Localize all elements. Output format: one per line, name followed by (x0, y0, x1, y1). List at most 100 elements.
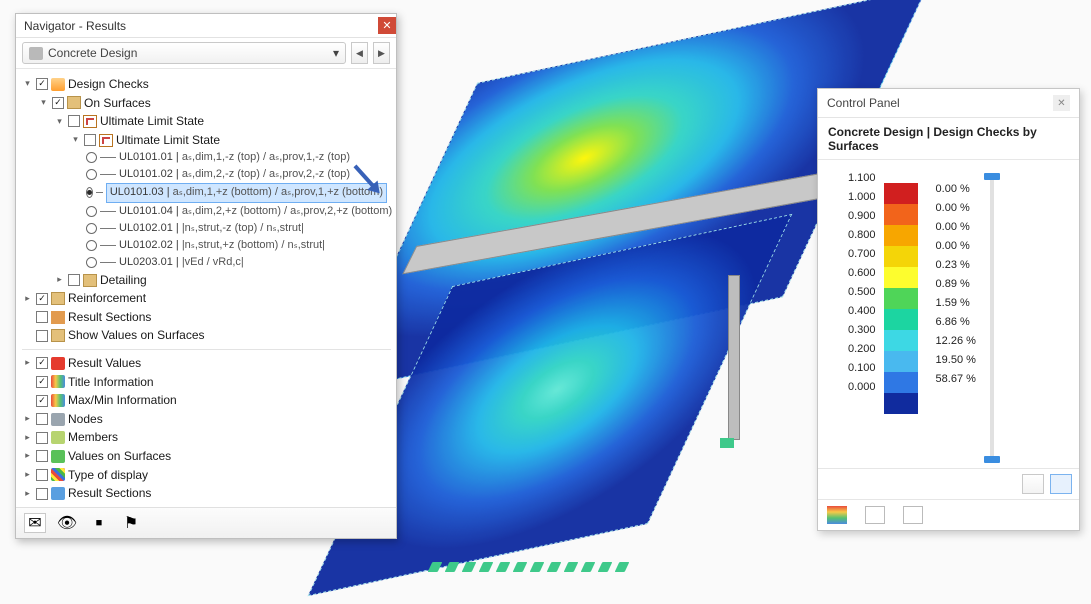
navigator-title: Navigator - Results (24, 19, 126, 33)
expand-toggle[interactable]: ▸ (22, 431, 33, 445)
check-code: UL0102.01 (119, 222, 173, 234)
checkbox[interactable] (36, 357, 48, 369)
checkbox[interactable] (36, 432, 48, 444)
checkbox[interactable] (36, 469, 48, 481)
checkbox[interactable] (36, 488, 48, 500)
checkbox[interactable] (36, 450, 48, 462)
tree-label: Result Sections (68, 308, 151, 327)
check-item[interactable]: UL0101.04 | aₛ,dim,2,+z (bottom) / aₛ,pr… (119, 203, 392, 220)
legend-percent: 1.59 % (936, 297, 976, 309)
dash-icon (100, 174, 116, 175)
legend-percent: 0.89 % (936, 278, 976, 290)
tree-label: Show Values on Surfaces (68, 326, 205, 345)
radio[interactable] (86, 152, 97, 163)
legend-tick: 1.100 (848, 172, 876, 184)
detailing-icon (83, 274, 97, 287)
navigator-titlebar: Navigator - Results ✕ (16, 14, 396, 38)
section-icon (51, 311, 65, 324)
expand-toggle[interactable]: ▾ (38, 96, 49, 110)
expand-toggle[interactable]: ▸ (22, 449, 33, 463)
checkbox[interactable] (52, 97, 64, 109)
radio[interactable] (86, 206, 97, 217)
legend-mode-button[interactable] (1050, 474, 1072, 494)
expand-toggle[interactable]: ▸ (22, 487, 33, 501)
checkbox[interactable] (68, 115, 80, 127)
expand-toggle[interactable]: ▾ (54, 115, 65, 129)
legend-percent: 58.67 % (936, 373, 976, 385)
design-module-select[interactable]: Concrete Design ▾ (22, 42, 346, 64)
surfaces-icon (67, 96, 81, 109)
checkbox[interactable] (36, 78, 48, 90)
radio[interactable] (86, 169, 97, 180)
tab-balance-icon[interactable] (865, 506, 885, 524)
result-sections-icon (51, 487, 65, 500)
range-slider[interactable] (984, 172, 994, 462)
design-module-label: Concrete Design (48, 46, 137, 60)
tree-label: Result Values (68, 354, 141, 373)
results-tree[interactable]: ▾Design Checks ▾On Surfaces ▾Ultimate Li… (16, 69, 396, 507)
legend-tick: 1.000 (848, 191, 876, 203)
legend-swatch (884, 204, 918, 225)
expand-toggle[interactable]: ▸ (22, 412, 33, 426)
check-desc: aₛ,dim,2,-z (top) / aₛ,prov,2,-z (top) (182, 168, 350, 180)
prev-button[interactable]: ◀ (351, 42, 368, 64)
dash-icon (100, 245, 116, 246)
design-icon (51, 78, 65, 91)
check-item[interactable]: UL0203.01 | |vEd / vRd,c| (119, 254, 244, 271)
check-item[interactable]: UL0101.03 | aₛ,dim,1,+z (bottom) / aₛ,pr… (106, 183, 387, 202)
checkbox[interactable] (36, 376, 48, 388)
range-handle-bottom[interactable] (984, 456, 1000, 463)
close-icon[interactable]: ✕ (1053, 95, 1070, 111)
check-item[interactable]: UL0101.02 | aₛ,dim,2,-z (top) / aₛ,prov,… (119, 166, 350, 183)
tab-document-icon[interactable] (903, 506, 923, 524)
expand-toggle[interactable]: ▸ (22, 292, 33, 306)
checkbox[interactable] (36, 395, 48, 407)
expand-toggle[interactable]: ▸ (22, 356, 33, 370)
expand-toggle[interactable]: ▾ (70, 133, 81, 147)
close-icon[interactable]: ✕ (378, 17, 396, 34)
check-item[interactable]: UL0101.01 | aₛ,dim,1,-z (top) / aₛ,prov,… (119, 149, 350, 166)
check-item[interactable]: UL0102.02 | |nₛ,strut,+z (bottom) / nₛ,s… (119, 237, 325, 254)
checkbox[interactable] (36, 293, 48, 305)
check-code: UL0102.02 (119, 239, 173, 251)
check-item[interactable]: UL0102.01 | |nₛ,strut,-z (top) / nₛ,stru… (119, 220, 304, 237)
checkbox[interactable] (36, 413, 48, 425)
expand-toggle[interactable]: ▸ (54, 273, 65, 287)
radio[interactable] (86, 223, 97, 234)
checkbox[interactable] (36, 311, 48, 323)
radio[interactable] (86, 187, 93, 198)
legend-swatch (884, 309, 918, 330)
check-desc: |nₛ,strut,+z (bottom) / nₛ,strut| (182, 239, 325, 251)
tree-label: Design Checks (68, 75, 149, 94)
expand-toggle[interactable]: ▸ (22, 468, 33, 482)
radio[interactable] (86, 257, 97, 268)
check-desc: |vEd / vRd,c| (182, 256, 244, 268)
next-button[interactable]: ▶ (373, 42, 390, 64)
checkbox[interactable] (84, 134, 96, 146)
legend-swatch (884, 246, 918, 267)
legend-percent: 12.26 % (936, 335, 976, 347)
expand-toggle[interactable]: ▾ (22, 77, 33, 91)
title-info-icon (51, 375, 65, 388)
result-values-icon (51, 357, 65, 370)
tab-spectrum-icon[interactable] (827, 506, 847, 524)
tree-label: Detailing (100, 271, 147, 290)
control-panel-title: Control Panel (827, 96, 900, 110)
color-legend: 1.1001.0000.9000.8000.7000.6000.5000.400… (818, 160, 1079, 468)
supports-row (428, 562, 630, 572)
check-desc: |nₛ,strut,-z (top) / nₛ,strut| (182, 222, 304, 234)
tool-eye-icon[interactable]: 👁 (56, 513, 78, 533)
nodes-icon (51, 413, 65, 426)
tool-camera-icon[interactable]: ■ (88, 513, 110, 533)
reinforcement-icon (51, 292, 65, 305)
range-handle-top[interactable] (984, 173, 1000, 180)
uls-icon (99, 134, 113, 147)
legend-tick: 0.600 (848, 267, 876, 279)
checkbox[interactable] (36, 330, 48, 342)
radio[interactable] (86, 240, 97, 251)
checkbox[interactable] (68, 274, 80, 286)
legend-settings-button[interactable] (1022, 474, 1044, 494)
tree-label: Members (68, 428, 118, 447)
tool-pointer[interactable]: ✉ (24, 513, 46, 533)
tool-flag-icon[interactable]: ⚑ (120, 513, 142, 533)
